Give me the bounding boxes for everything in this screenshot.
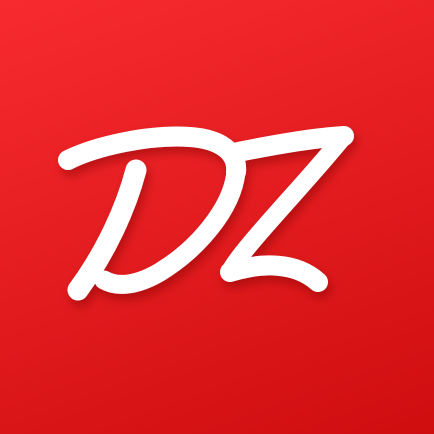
- letter-z-bottom-stroke: [220, 255, 328, 292]
- app-icon: [0, 0, 434, 434]
- letter-d-top-stroke: [58, 126, 247, 182]
- dz-logo-icon: [58, 126, 354, 301]
